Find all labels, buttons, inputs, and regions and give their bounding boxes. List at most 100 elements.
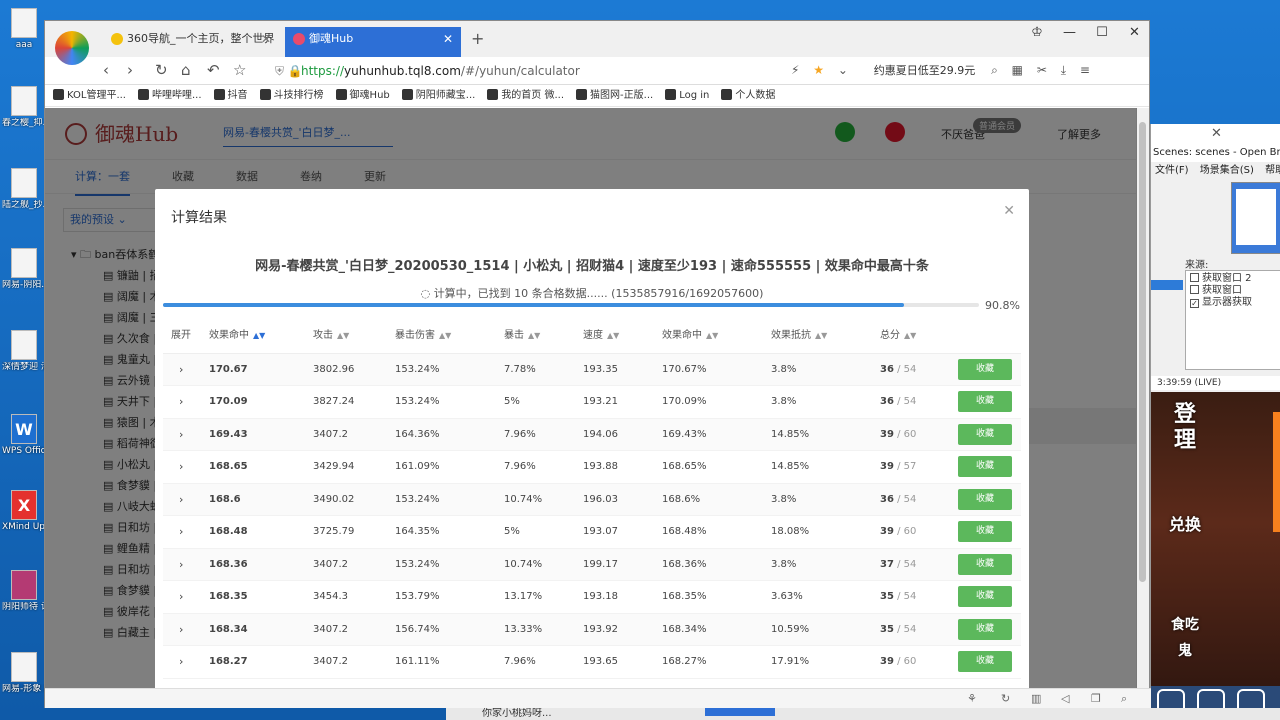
taskbar-active-item[interactable]	[704, 708, 775, 716]
desktop-icon[interactable]: 陆之舰_抄... 大江山鸣	[2, 168, 46, 211]
minimize-icon[interactable]: —	[1055, 25, 1084, 40]
chevron-down-icon[interactable]: ⌄	[838, 63, 848, 77]
column-header[interactable]: 攻击 ▲▼	[305, 315, 387, 354]
trash-icon[interactable]: ▥	[1031, 692, 1041, 705]
promo-text[interactable]: 约惠夏日低至29.9元	[874, 64, 976, 77]
search-icon[interactable]: ⌕	[991, 63, 998, 77]
favorite-star-icon[interactable]: ★	[813, 63, 824, 77]
expand-icon[interactable]: ›	[163, 515, 201, 549]
shirt-icon[interactable]: ♔	[1023, 25, 1052, 40]
menu-icon[interactable]: ≡	[1080, 63, 1090, 77]
obs-menu-scene-collection[interactable]: 场景集合(S)	[1200, 165, 1254, 176]
desktop-icon[interactable]: X XMind Update	[2, 490, 46, 533]
back-icon[interactable]: ‹	[103, 61, 109, 79]
obs-scene-selected[interactable]	[1151, 280, 1183, 290]
sort-icon[interactable]: ▲▼	[528, 331, 540, 340]
volume-icon[interactable]: ◁	[1061, 692, 1069, 705]
bookmark-item[interactable]: 我的首页 微...	[487, 85, 564, 106]
bookmark-item[interactable]: 斗技排行榜	[259, 85, 324, 106]
bookmark-item[interactable]: 阴阳师藏宝...	[401, 85, 475, 106]
favorite-button[interactable]: 收藏	[958, 456, 1012, 478]
obs-source-item[interactable]: ✓ 显示器获取	[1190, 297, 1276, 309]
desktop-icon[interactable]: 春之樱_抑...	[2, 86, 46, 129]
download-icon[interactable]: ⤓	[1061, 63, 1066, 77]
column-header[interactable]: 效果抵抗 ▲▼	[763, 315, 872, 354]
scissors-icon[interactable]: ✂	[1037, 63, 1047, 77]
lightning-icon[interactable]: ⚡	[791, 63, 799, 77]
tab-close-icon[interactable]: ✕	[443, 27, 453, 51]
sort-icon[interactable]: ▲▼	[439, 331, 451, 340]
desktop-icon[interactable]: 网易-形象 魔_不厌色...	[2, 652, 46, 695]
close-icon[interactable]: ✕	[1211, 126, 1222, 141]
sort-icon[interactable]: ▲▼	[706, 331, 718, 340]
bookmark-star-icon[interactable]: ☆	[233, 61, 246, 79]
favorite-button[interactable]: 收藏	[958, 391, 1012, 413]
forward-icon[interactable]: ›	[127, 61, 133, 79]
column-header[interactable]: 效果命中 ▲▼	[654, 315, 763, 354]
favorite-button[interactable]: 收藏	[958, 586, 1012, 608]
favorite-button[interactable]: 收藏	[958, 651, 1012, 673]
desktop-icon[interactable]: 阴阳师待 试版	[2, 570, 46, 613]
page-scrollbar[interactable]	[1136, 108, 1149, 688]
expand-icon[interactable]: ›	[163, 613, 201, 646]
expand-icon[interactable]: ›	[163, 483, 201, 516]
expand-icon[interactable]: ›	[163, 548, 201, 581]
sort-icon[interactable]: ▲▼	[904, 331, 916, 340]
desktop-icon[interactable]: aaa	[2, 8, 46, 51]
home-icon[interactable]: ⌂	[181, 61, 191, 79]
sort-icon[interactable]: ▲▼	[607, 331, 619, 340]
bookmark-item[interactable]: 猫图网-正版...	[576, 85, 653, 106]
column-header[interactable]: 暴击 ▲▼	[496, 315, 575, 354]
close-icon[interactable]: ✕	[1003, 203, 1015, 219]
checkbox[interactable]	[1190, 285, 1199, 294]
favorite-button[interactable]: 收藏	[958, 423, 1012, 445]
expand-icon[interactable]: ›	[163, 385, 201, 419]
favorite-button[interactable]: 收藏	[958, 358, 1012, 380]
column-header[interactable]: 暴击伤害 ▲▼	[387, 315, 496, 354]
favorite-button[interactable]: 收藏	[958, 553, 1012, 575]
tab-yuhunhub[interactable]: 御魂Hub ✕	[285, 27, 461, 57]
expand-icon[interactable]: ›	[163, 418, 201, 451]
obs-source-item[interactable]: 获取窗口	[1190, 285, 1276, 297]
column-header[interactable]: 速度 ▲▼	[575, 315, 654, 354]
desktop-icon[interactable]: 深情梦迎 清气_202...	[2, 330, 46, 373]
expand-icon[interactable]: ›	[163, 645, 201, 679]
taskbar-item[interactable]: 你家小桃妈呀...	[482, 708, 552, 719]
favorite-button[interactable]: 收藏	[958, 488, 1012, 510]
sort-icon[interactable]: ▲▼	[253, 331, 265, 340]
window-icon[interactable]: ❐	[1091, 692, 1101, 705]
refresh-icon[interactable]: ↻	[1001, 692, 1010, 705]
bookmark-item[interactable]: Log in	[665, 85, 709, 106]
new-tab-icon[interactable]: +	[471, 29, 484, 48]
maximize-icon[interactable]: ☐	[1088, 25, 1117, 40]
expand-icon[interactable]: ›	[163, 580, 201, 614]
close-icon[interactable]: ✕	[1120, 25, 1149, 40]
bookmark-item[interactable]: 哔哩哔哩...	[138, 85, 202, 106]
desktop-icon[interactable]: W WPS Office	[2, 414, 46, 457]
desktop-icon[interactable]: 网易-阴阳... 意_悦络鲍	[2, 248, 46, 291]
column-header[interactable]: 效果命中 ▲▼	[201, 315, 305, 354]
rocket-icon[interactable]: ⚘	[967, 692, 977, 705]
bookmark-item[interactable]: 个人数据	[721, 85, 775, 106]
sort-icon[interactable]: ▲▼	[815, 331, 827, 340]
checkbox[interactable]	[1190, 273, 1199, 282]
obs-menu-help[interactable]: 帮助(H)	[1265, 165, 1280, 176]
favorite-button[interactable]: 收藏	[958, 521, 1012, 543]
undo-icon[interactable]: ↶	[207, 61, 220, 79]
expand-icon[interactable]: ›	[163, 353, 201, 386]
obs-menu-file[interactable]: 文件(F)	[1155, 165, 1189, 176]
bookmark-item[interactable]: 抖音	[213, 85, 248, 106]
bookmark-item[interactable]: KOL管理平...	[53, 85, 126, 106]
tab-360-nav[interactable]: 360导航_一个主页，整个世界 ✕	[103, 27, 279, 57]
favorite-button[interactable]: 收藏	[958, 618, 1012, 640]
checkbox[interactable]: ✓	[1190, 299, 1199, 308]
zoom-icon[interactable]: ⌕	[1121, 692, 1127, 706]
tab-close-icon[interactable]: ✕	[261, 27, 271, 51]
apps-icon[interactable]: ▦	[1012, 63, 1023, 77]
reload-icon[interactable]: ↻	[155, 61, 168, 79]
sort-icon[interactable]: ▲▼	[337, 331, 349, 340]
column-header[interactable]: 总分 ▲▼	[872, 315, 950, 354]
bookmark-item[interactable]: 御魂Hub	[335, 85, 390, 106]
obs-source-item[interactable]: 获取窗口 2	[1190, 273, 1276, 285]
expand-icon[interactable]: ›	[163, 450, 201, 484]
